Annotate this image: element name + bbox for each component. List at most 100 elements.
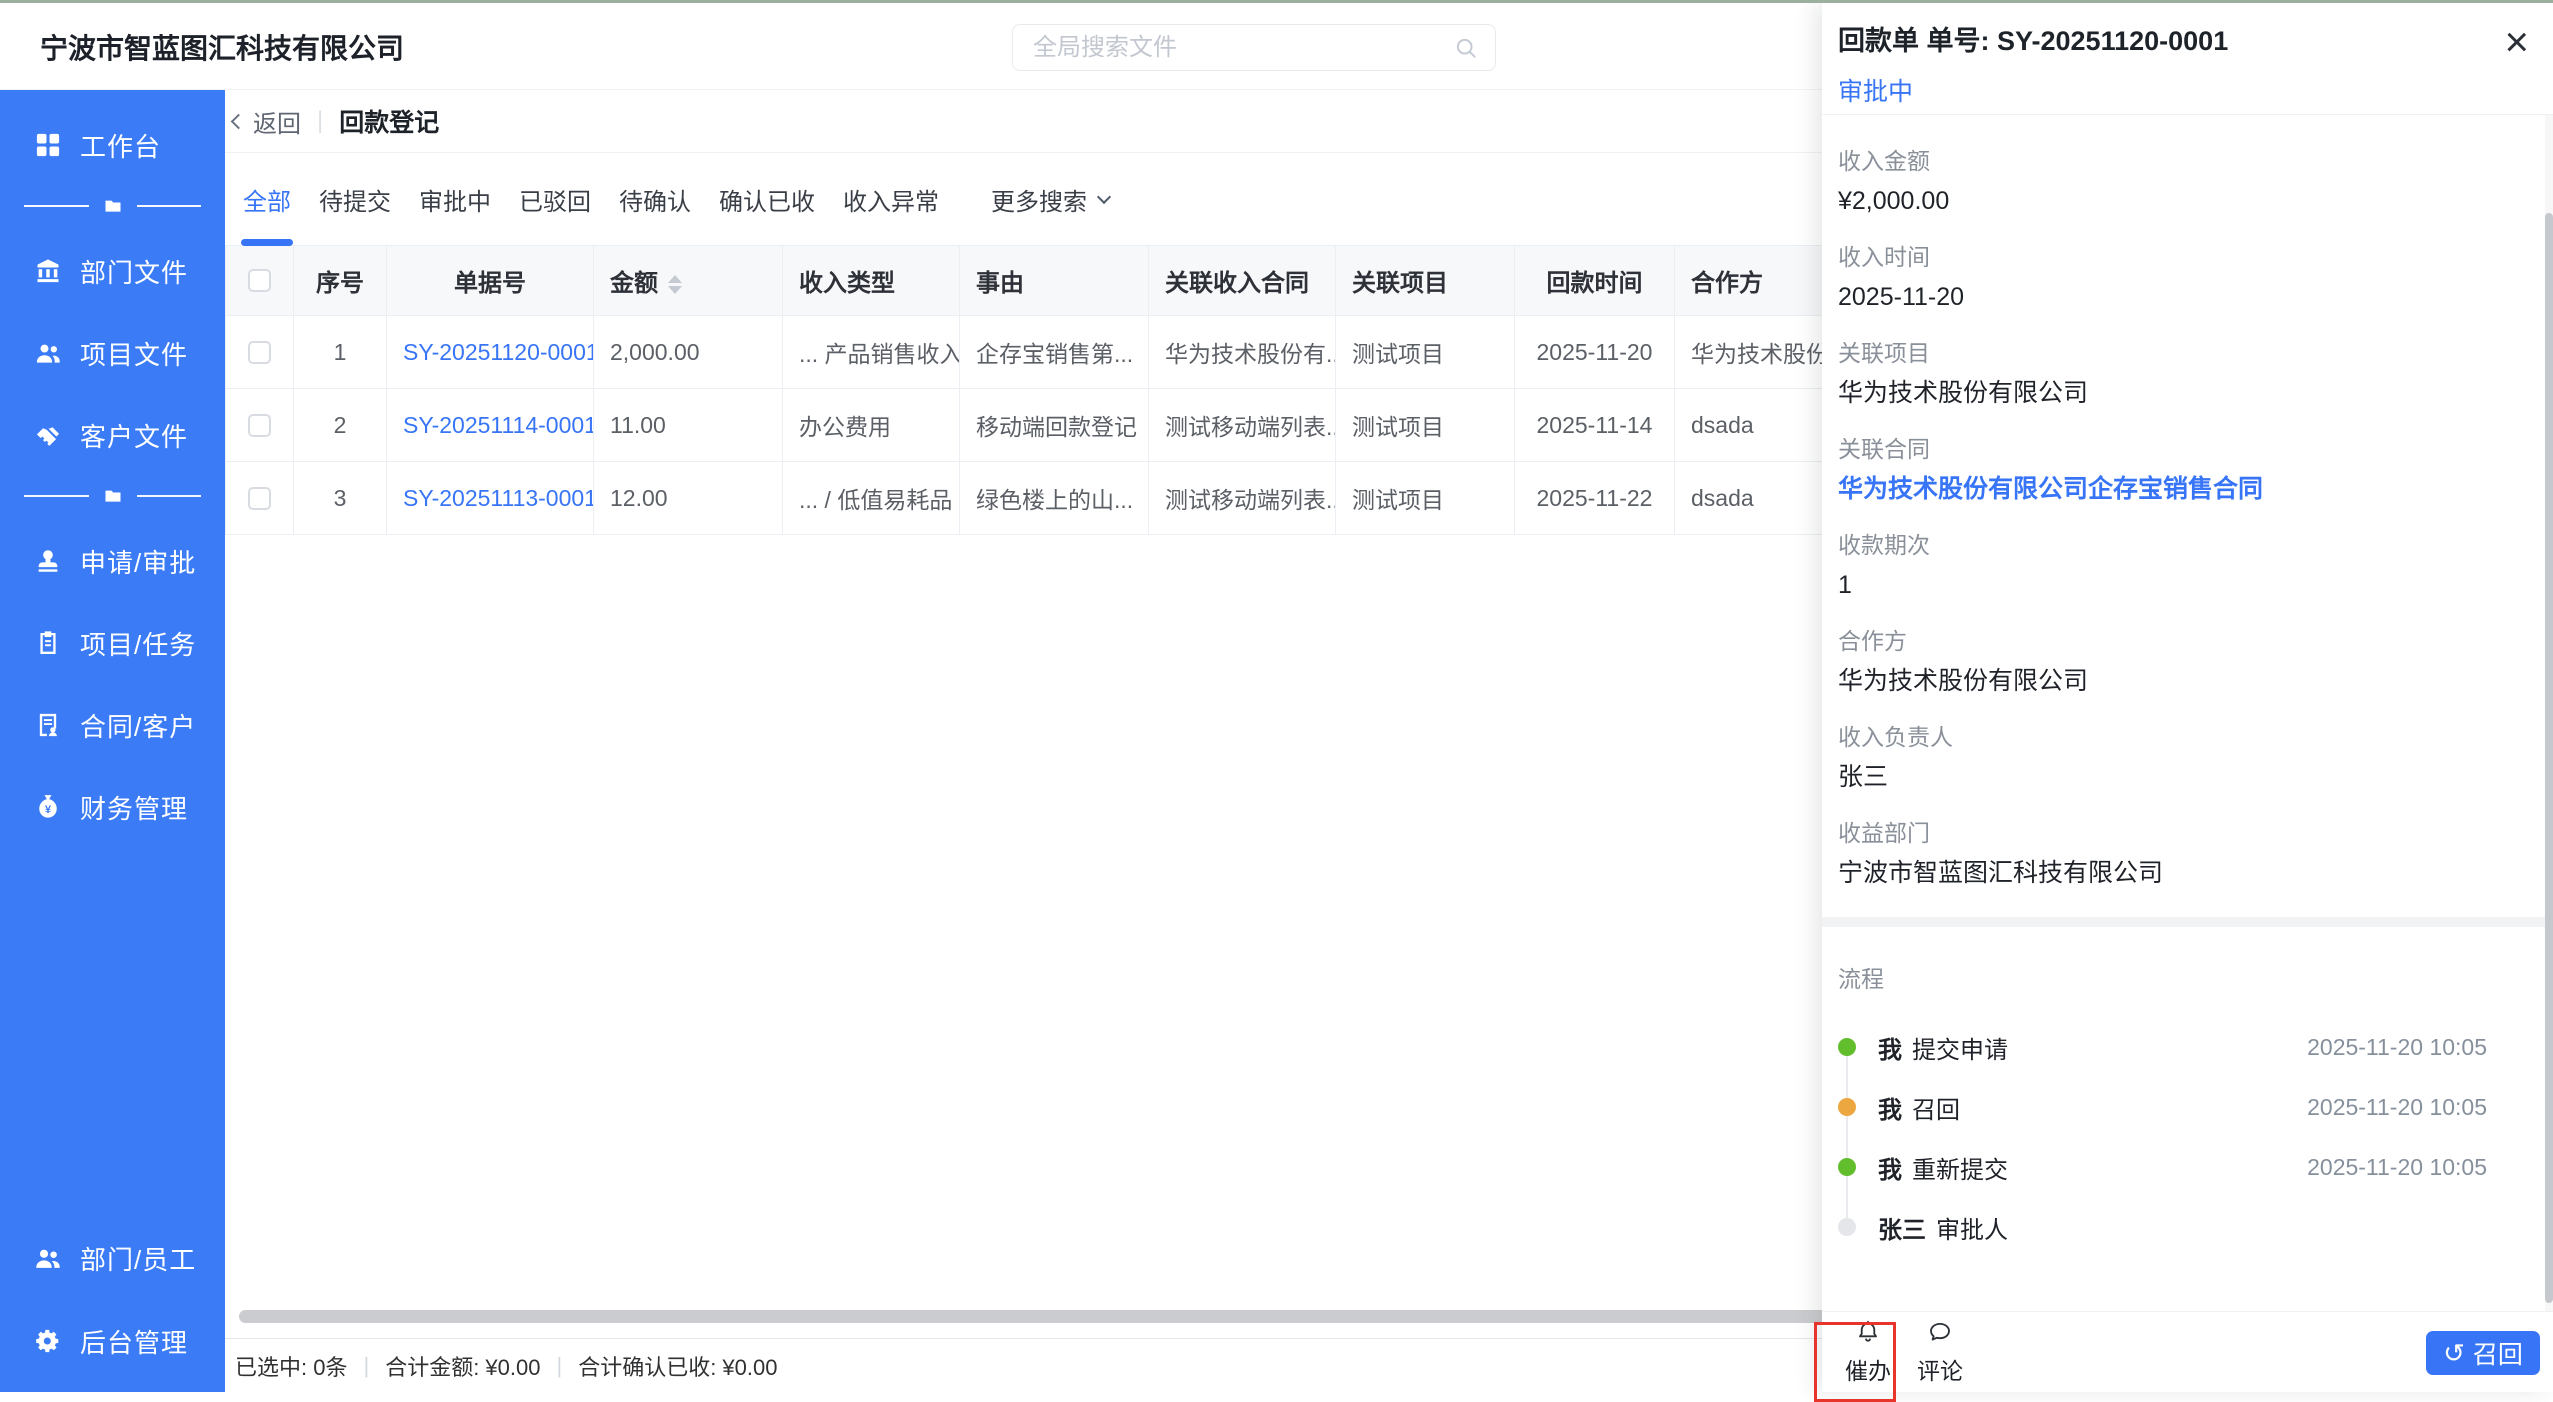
cell-reason: 绿色楼上的山... (960, 462, 1149, 535)
field-value: ¥2,000.00 (1838, 187, 2529, 215)
tab-income-abnormal[interactable]: 收入异常 (841, 182, 941, 217)
sidebar-item-admin[interactable]: 后台管理 (0, 1314, 225, 1368)
column-label: 金额 (610, 270, 658, 297)
status-separator: | (556, 1353, 562, 1379)
column-label: 关联项目 (1352, 270, 1448, 297)
cell-date: 2025-11-22 (1515, 462, 1675, 535)
flow-actor: 张三 (1878, 1210, 1926, 1245)
detail-field: 收入负责人张三 (1838, 725, 2529, 791)
flow-time: 2025-11-20 10:05 (2307, 1034, 2529, 1061)
cell-amount: 2,000.00 (594, 316, 783, 389)
tab-rejected[interactable]: 已驳回 (517, 182, 593, 217)
cell-contract: 测试移动端列表... (1149, 462, 1336, 535)
folder-icon (103, 196, 123, 216)
tab-to-submit[interactable]: 待提交 (317, 182, 393, 217)
search-icon[interactable] (1453, 35, 1495, 61)
column-label: 单据号 (454, 270, 526, 297)
row-checkbox[interactable] (248, 487, 271, 510)
page-title: 回款登记 (339, 103, 439, 139)
flow-action: 重新提交 (1912, 1150, 2008, 1185)
panel-scrollbar-thumb[interactable] (2545, 213, 2553, 1303)
tab-approving[interactable]: 审批中 (417, 182, 493, 217)
cell-project: 测试项目 (1336, 389, 1515, 462)
cell-income_type: ... / 低值易耗品 (783, 462, 960, 535)
comment-icon (1927, 1319, 1953, 1350)
bell-icon (1855, 1319, 1881, 1350)
detail-panel-footer: 催办 评论 ↺ 召回 (1822, 1311, 2553, 1392)
panel-scrollbar[interactable] (2545, 115, 2553, 1311)
field-label: 合作方 (1838, 629, 2529, 653)
row-checkbox[interactable] (248, 414, 271, 437)
field-value: 1 (1838, 571, 2529, 599)
recall-label: 召回 (2473, 1335, 2523, 1371)
sidebar-item-dept-staff[interactable]: 部门/员工 (0, 1231, 225, 1285)
cell-contract: 测试移动端列表... (1149, 389, 1336, 462)
urge-button[interactable]: 催办 (1832, 1319, 1904, 1386)
flow-step: 我重新提交2025-11-20 10:05 (1838, 1137, 2529, 1197)
sidebar-item-project-files[interactable]: 项目文件 (0, 326, 225, 380)
column-header-contract: 关联收入合同 (1149, 246, 1336, 316)
select-all-checkbox[interactable] (248, 269, 271, 292)
detail-title: 回款单 单号: SY-20251120-0001 (1838, 19, 2553, 58)
folder-icon (103, 486, 123, 506)
cell-project: 测试项目 (1336, 316, 1515, 389)
recall-button[interactable]: ↺ 召回 (2426, 1331, 2540, 1375)
column-label: 回款时间 (1547, 270, 1643, 297)
column-label: 收入类型 (799, 270, 895, 297)
global-search[interactable] (1012, 24, 1496, 71)
urge-label: 催办 (1845, 1352, 1891, 1386)
comment-label: 评论 (1917, 1352, 1963, 1386)
field-value: 华为技术股份有限公司 (1838, 667, 2529, 695)
more-search-button[interactable]: 更多搜索 (991, 182, 1109, 217)
cell-amount: 12.00 (594, 462, 783, 535)
cell-project: 测试项目 (1336, 462, 1515, 535)
row-checkbox[interactable] (248, 341, 271, 364)
detail-panel: 回款单 单号: SY-20251120-0001 审批中 × 收入金额¥2,00… (1822, 3, 2553, 1392)
search-input[interactable] (1013, 25, 1453, 70)
doc-no-link[interactable]: SY-20251113-0001 (403, 485, 594, 511)
status-badge: 审批中 (1838, 72, 2553, 108)
column-label: 关联收入合同 (1165, 270, 1309, 297)
field-value: 华为技术股份有限公司 (1838, 379, 2529, 407)
flow-dot-pending (1838, 1218, 1856, 1236)
tab-all[interactable]: 全部 (241, 182, 293, 217)
sort-icon[interactable] (668, 275, 682, 294)
flow-action: 审批人 (1936, 1210, 2008, 1245)
field-label: 关联合同 (1838, 437, 2529, 461)
sidebar-item-apply-approval[interactable]: 申请/审批 (0, 534, 225, 588)
sidebar-item-dept-files[interactable]: 部门文件 (0, 244, 225, 298)
tab-confirmed[interactable]: 确认已收 (717, 182, 817, 217)
detail-field: 合作方华为技术股份有限公司 (1838, 629, 2529, 695)
field-value-link[interactable]: 华为技术股份有限公司企存宝销售合同 (1838, 475, 2529, 503)
stamp-icon (32, 547, 64, 575)
cell-reason: 企存宝销售第... (960, 316, 1149, 389)
sidebar-item-contract-customer[interactable]: 合同/客户 (0, 698, 225, 752)
column-header-amount: 金额 (594, 246, 783, 316)
column-label: 序号 (316, 270, 364, 297)
recall-icon: ↺ (2443, 1340, 2465, 1366)
grid-icon (32, 131, 64, 159)
doc-no-link[interactable]: SY-20251114-0001 (403, 412, 594, 438)
sidebar-item-workbench[interactable]: 工作台 (0, 118, 225, 172)
detail-field: 收益部门宁波市智蓝图汇科技有限公司 (1838, 821, 2529, 887)
sidebar-item-finance[interactable]: ¥财务管理 (0, 780, 225, 834)
selected-count: 已选中: 0条 (235, 1350, 347, 1382)
detail-panel-header: 回款单 单号: SY-20251120-0001 审批中 × (1822, 3, 2553, 115)
back-button[interactable]: 返回 (233, 104, 301, 139)
column-header-date: 回款时间 (1515, 246, 1675, 316)
sidebar-item-project-task[interactable]: 项目/任务 (0, 616, 225, 670)
flow-actor: 我 (1878, 1090, 1902, 1125)
close-icon[interactable]: × (2504, 21, 2529, 63)
sidebar-item-customer-files[interactable]: 客户文件 (0, 408, 225, 462)
tab-to-confirm[interactable]: 待确认 (617, 182, 693, 217)
chevron-down-icon (1097, 190, 1111, 204)
flow-time: 2025-11-20 10:05 (2307, 1154, 2529, 1181)
clipboard-icon (32, 629, 64, 657)
handshake-icon (32, 421, 64, 449)
cell-doc_no: SY-20251120-0001 (387, 316, 594, 389)
detail-field: 收入金额¥2,000.00 (1838, 149, 2529, 215)
sidebar-item-label: 项目/任务 (80, 625, 196, 662)
doc-no-link[interactable]: SY-20251120-0001 (403, 339, 594, 365)
cell-income_type: ... 产品销售收入 (783, 316, 960, 389)
comment-button[interactable]: 评论 (1904, 1319, 1976, 1386)
